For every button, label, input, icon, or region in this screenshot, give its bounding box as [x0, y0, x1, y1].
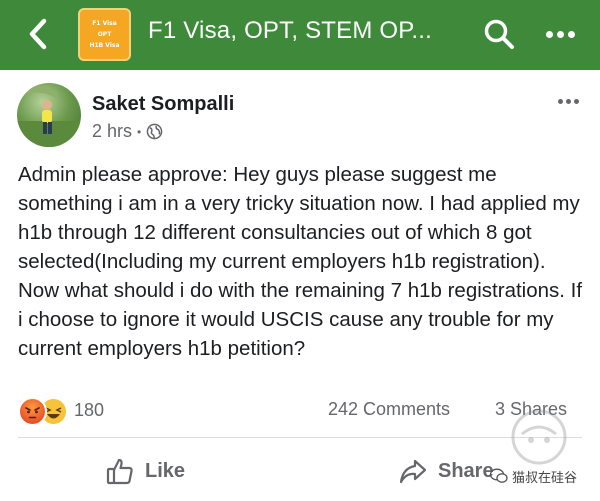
post-options-button[interactable]	[554, 94, 582, 108]
share-arrow-icon	[399, 459, 427, 484]
group-logo-line: H1B Visa	[89, 42, 120, 49]
dot	[565, 98, 571, 104]
post-body: Admin please approve: Hey guys please su…	[18, 163, 583, 360]
comments-count-link[interactable]: 242 Comments	[328, 399, 450, 420]
share-button[interactable]: Share	[398, 455, 494, 487]
back-button[interactable]	[18, 14, 58, 54]
reaction-count: 180	[74, 399, 105, 420]
group-header-bar: F1 Visa OPT H1B Visa F1 Visa, OPT, STEM …	[0, 0, 600, 70]
thumbs-up-icon	[106, 458, 133, 485]
group-logo-line: OPT	[97, 31, 112, 38]
reaction-icons	[18, 396, 68, 426]
search-button[interactable]	[480, 15, 518, 53]
more-options-button[interactable]	[538, 15, 582, 53]
reactions-summary[interactable]: 180	[18, 396, 105, 426]
dot	[545, 30, 553, 38]
like-button[interactable]: Like	[105, 455, 185, 487]
watermark-text: 猫叔在硅谷	[512, 469, 578, 485]
globe-icon	[146, 123, 163, 140]
watermark-logo	[511, 409, 567, 465]
watermark: 猫叔在硅谷	[490, 466, 577, 486]
dot	[556, 30, 564, 38]
angry-reaction-icon	[18, 397, 47, 426]
avatar-photo	[17, 86, 81, 147]
share-label: Share	[438, 459, 494, 482]
group-title[interactable]: F1 Visa, OPT, STEM OP...	[148, 17, 468, 45]
post-meta: 2 hrs •	[92, 121, 163, 142]
separator-dot: •	[137, 124, 142, 139]
post-time[interactable]: 2 hrs	[92, 121, 132, 142]
chevron-left-icon	[29, 18, 47, 50]
dot	[567, 30, 575, 38]
divider	[18, 437, 582, 438]
dot	[573, 98, 579, 104]
author-name[interactable]: Saket Sompalli	[92, 93, 234, 116]
author-avatar[interactable]	[17, 83, 81, 147]
dot	[557, 98, 563, 104]
wechat-icon	[490, 468, 508, 483]
search-icon	[484, 19, 514, 49]
like-label: Like	[145, 459, 186, 482]
group-logo[interactable]: F1 Visa OPT H1B Visa	[78, 8, 131, 61]
group-logo-line: F1 Visa	[92, 20, 117, 27]
